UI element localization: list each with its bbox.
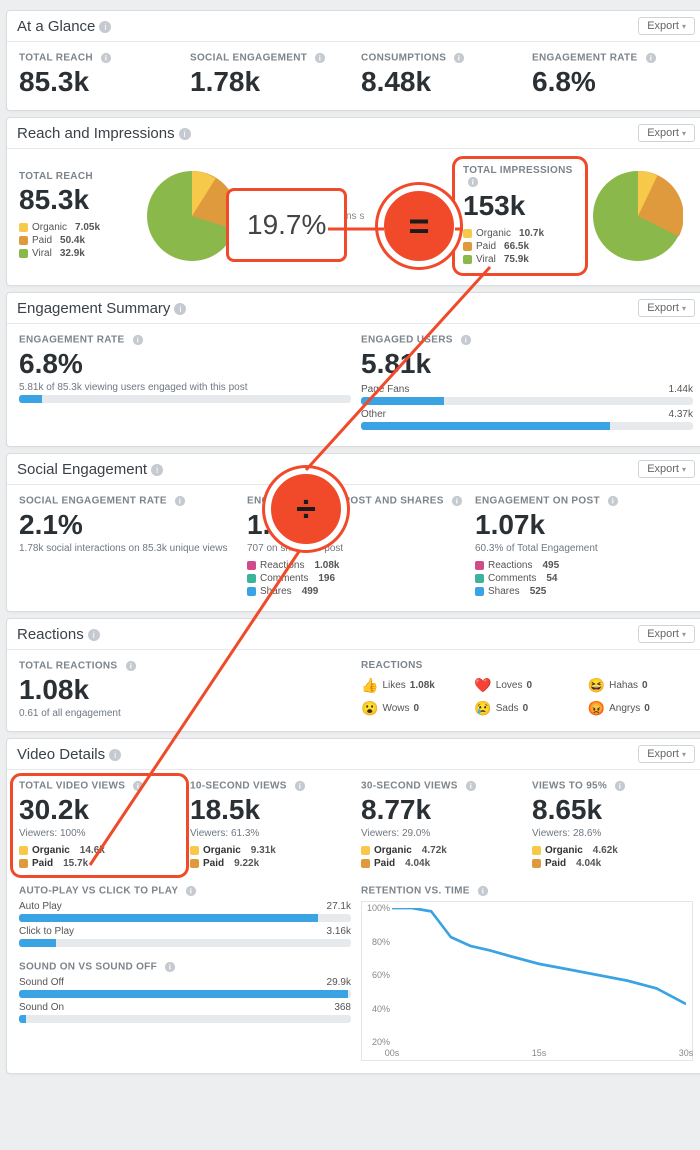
chevron-down-icon: ▾ [682,22,686,31]
panel-reach-impressions: Reach and Impressionsi Export▾ TOTAL REA… [6,117,700,286]
metric-card: CONSUMPTIONS i 8.48k [361,52,522,98]
legend-item: Viral32.9k [19,248,139,259]
legend-item: Organic10.7k [463,228,577,239]
reaction-emoji-icon: 😆 [588,677,605,694]
reaction-item: 😮Wows 0 [361,700,466,717]
legend-item: Comments196 [247,573,465,584]
reaction-emoji-icon: 😢 [474,700,491,717]
bar-row: Auto Play27.1k [19,901,351,922]
impressions-pie-chart [593,171,683,261]
metric-card: ENGAGEMENT RATE i 6.8% [532,52,693,98]
video-metric: 30-SECOND VIEWS i 8.77k Viewers: 29.0% O… [361,780,522,871]
metric-card: SOCIAL ENGAGEMENT i 1.78k [190,52,351,98]
legend-item: Shares499 [247,586,465,597]
reaction-emoji-icon: ❤️ [474,677,491,694]
total-impressions-block: TOTAL IMPRESSIONS i 153k Organic10.7kPai… [455,159,585,273]
bar-row: Other4.37k [361,409,693,430]
export-button[interactable]: Export▾ [638,299,695,317]
info-icon[interactable]: i [99,21,111,33]
info-icon[interactable]: i [151,464,163,476]
info-icon[interactable]: i [133,781,143,791]
dashboard-root: { "buttons": { "export": "Export" }, "gl… [0,0,700,1100]
info-icon[interactable]: i [295,781,305,791]
bar-row: Sound On368 [19,1002,351,1023]
legend-item: Reactions495 [475,560,693,571]
reaction-item: ❤️Loves 0 [474,677,579,694]
export-button[interactable]: Export▾ [638,124,695,142]
panel-social-engagement: Social Engagementi Export▾ SOCIAL ENGAGE… [6,453,700,612]
metric-card: TOTAL REACH i 85.3k [19,52,180,98]
reach-center-note: fans s [255,211,447,222]
info-icon[interactable]: i [179,128,191,140]
bar-row: Sound Off29.9k [19,977,351,998]
info-icon[interactable]: i [466,781,476,791]
video-metric: TOTAL VIDEO VIEWS i 30.2k Viewers: 100% … [13,776,186,875]
bar-row: Click to Play3.16k [19,926,351,947]
legend-item: Reactions1.08k [247,560,465,571]
video-metric: 10-SECOND VIEWS i 18.5k Viewers: 61.3% O… [190,780,351,871]
retention-chart: 100%80%60%40%20%00s15s30s [361,901,693,1061]
engagement-rate-bar [19,395,351,403]
legend-item: Viral75.9k [463,254,577,265]
panel-reactions: Reactionsi Export▾ TOTAL REACTIONS i 1.0… [6,618,700,732]
export-button[interactable]: Export▾ [638,17,695,35]
legend-item: Paid50.4k [19,235,139,246]
reaction-emoji-icon: 👍 [361,677,378,694]
info-icon[interactable]: i [645,53,655,63]
video-metric: VIEWS TO 95% i 8.65k Viewers: 28.6% Orga… [532,780,693,871]
legend-item: Shares525 [475,586,693,597]
reaction-item: 😆Hahas 0 [588,677,693,694]
info-icon[interactable]: i [109,749,121,761]
info-icon[interactable]: i [615,781,625,791]
info-icon[interactable]: i [315,53,325,63]
panel-engagement-summary: Engagement Summaryi Export▾ ENGAGEMENT R… [6,292,700,447]
reaction-item: 😡Angrys 0 [588,700,693,717]
reaction-item: 😢Sads 0 [474,700,579,717]
export-button[interactable]: Export▾ [638,625,695,643]
legend-item: Comments54 [475,573,693,584]
legend-item: Paid66.5k [463,241,577,252]
reaction-emoji-icon: 😮 [361,700,378,717]
export-button[interactable]: Export▾ [638,460,695,478]
info-icon[interactable]: i [101,53,111,63]
reaction-emoji-icon: 😡 [588,700,605,717]
info-icon[interactable]: i [88,629,100,641]
panel-at-a-glance: At a Glance i Export▾ TOTAL REACH i 85.3k… [6,10,700,111]
bar-row: Page Fans1.44k [361,384,693,405]
panel-title: At a Glance [17,18,95,35]
reaction-item: 👍Likes 1.08k [361,677,466,694]
info-icon[interactable]: i [454,53,464,63]
info-icon[interactable]: i [174,303,186,315]
legend-item: Organic7.05k [19,222,139,233]
panel-video-details: Video Detailsi Export▾ TOTAL VIDEO VIEWS… [6,738,700,1074]
export-button[interactable]: Export▾ [638,745,695,763]
total-reach-block: TOTAL REACH 85.3k Organic7.05kPaid50.4kV… [19,171,139,261]
reach-pie-chart [147,171,237,261]
